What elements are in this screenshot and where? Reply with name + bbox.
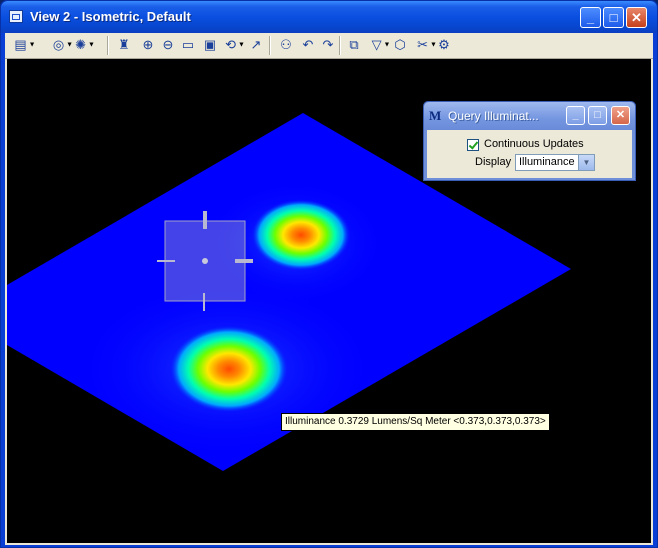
- zoom-out-icon: ⊖: [162, 37, 174, 52]
- dialog-close-button[interactable]: ✕: [611, 106, 630, 125]
- update-view-icon: ♜: [118, 37, 130, 52]
- view-attributes-button[interactable]: ▤ ▼: [11, 36, 39, 54]
- view-next-icon: ↷: [322, 37, 334, 52]
- clip-mask-icon: ⬡: [394, 37, 406, 52]
- dropdown-arrow-icon[interactable]: ▼: [27, 42, 36, 49]
- dropdown-arrow-icon[interactable]: ▼: [86, 42, 95, 49]
- lighting-button[interactable]: ✺ ▼: [71, 36, 99, 54]
- zoom-out-button[interactable]: ⊖: [159, 36, 177, 54]
- dialog-minimize-button[interactable]: _: [566, 106, 585, 125]
- maximize-icon: □: [594, 109, 601, 121]
- walk-button[interactable]: ⚇: [277, 36, 295, 54]
- dialog-title: Query Illuminat...: [448, 109, 539, 123]
- dialog-maximize-button[interactable]: □: [588, 106, 607, 125]
- fit-view-icon: ▣: [203, 37, 217, 52]
- camera-icon: ✂: [417, 37, 429, 52]
- minimize-icon: _: [586, 10, 595, 25]
- pan-view-icon: ↗: [250, 37, 262, 52]
- query-illuminance-dialog: M Query Illuminat... _ □ ✕ Continuous Up…: [423, 101, 636, 181]
- toolbar-separator: [107, 36, 109, 55]
- render-icon: ◎: [52, 37, 65, 52]
- display-label: Display: [475, 156, 512, 168]
- copy-view-button[interactable]: ⧉: [345, 36, 363, 54]
- view-settings-button[interactable]: ⚙: [435, 36, 453, 54]
- lighting-icon: ✺: [75, 37, 87, 52]
- illuminance-tooltip: Illuminance 0.3729 Lumens/Sq Meter <0.37…: [281, 413, 550, 431]
- rotate-view-button[interactable]: ⟲ ▼: [221, 36, 249, 54]
- update-view-button[interactable]: ♜: [115, 36, 133, 54]
- close-button[interactable]: ✕: [626, 7, 647, 28]
- dialog-title-bar[interactable]: M Query Illuminat... _ □ ✕: [424, 102, 635, 130]
- zoom-in-icon: ⊕: [142, 37, 154, 52]
- view-attributes-icon: ▤: [14, 37, 27, 52]
- view-previous-button[interactable]: ↶: [299, 36, 317, 54]
- window-title: View 2 - Isometric, Default: [30, 9, 191, 24]
- clip-volume-icon: ▽: [371, 37, 382, 52]
- window-area-icon: ▭: [181, 37, 195, 52]
- walk-icon: ⚇: [280, 37, 292, 52]
- toolbar-separator: [269, 36, 271, 55]
- clip-mask-button[interactable]: ⬡: [391, 36, 409, 54]
- view-toolbar: ▤ ▼ ◎ ▼ ✺ ▼ ♜ ⊕ ⊖ ▭ ▣ ⟲ ▼ ↗ ⚇ ↶ ↷ ⧉ ▽ ▼ ⬡ ✂ ▼ ⚙: [5, 33, 653, 59]
- microstation-icon[interactable]: M: [429, 108, 444, 123]
- rotate-view-icon: ⟲: [225, 37, 237, 52]
- view-next-button[interactable]: ↷: [319, 36, 337, 54]
- window-client: ▤ ▼ ◎ ▼ ✺ ▼ ♜ ⊕ ⊖ ▭ ▣ ⟲ ▼ ↗ ⚇ ↶ ↷ ⧉ ▽ ▼ ⬡ ✂ ▼ ⚙: [5, 33, 653, 545]
- zoom-in-button[interactable]: ⊕: [139, 36, 157, 54]
- view-previous-icon: ↶: [302, 37, 314, 52]
- view-window-icon[interactable]: [9, 10, 23, 23]
- dropdown-arrow-icon[interactable]: ▼: [236, 42, 245, 49]
- fit-view-button[interactable]: ▣: [201, 36, 219, 54]
- view-settings-icon: ⚙: [438, 37, 450, 52]
- display-select-value: Illuminance: [519, 156, 575, 168]
- pan-view-button[interactable]: ↗: [247, 36, 265, 54]
- title-bar[interactable]: View 2 - Isometric, Default _ □ ✕: [1, 1, 657, 33]
- toolbar-separator: [339, 36, 341, 55]
- dialog-body: Continuous Updates Display Illuminance ▼: [427, 130, 632, 178]
- display-select[interactable]: Illuminance ▼: [515, 154, 595, 171]
- view-viewport[interactable]: M Query Illuminat... _ □ ✕ Continuous Up…: [7, 59, 651, 543]
- light-spot-lower: [169, 325, 289, 413]
- maximize-button[interactable]: □: [603, 7, 624, 28]
- continuous-updates-checkbox[interactable]: [467, 139, 479, 151]
- query-cursor[interactable]: [157, 211, 253, 311]
- dropdown-arrow-icon[interactable]: ▼: [382, 42, 391, 49]
- continuous-updates-label[interactable]: Continuous Updates: [484, 138, 584, 150]
- maximize-icon: □: [609, 10, 618, 25]
- chevron-down-icon[interactable]: ▼: [578, 155, 594, 170]
- window-area-button[interactable]: ▭: [179, 36, 197, 54]
- minimize-button[interactable]: _: [580, 7, 601, 28]
- copy-view-icon: ⧉: [349, 37, 359, 52]
- minimize-icon: _: [572, 109, 579, 121]
- close-icon: ✕: [631, 10, 642, 25]
- close-icon: ✕: [615, 109, 626, 121]
- light-spot-upper: [251, 199, 351, 271]
- view-window: View 2 - Isometric, Default _ □ ✕ ▤ ▼ ◎ ▼…: [0, 0, 658, 548]
